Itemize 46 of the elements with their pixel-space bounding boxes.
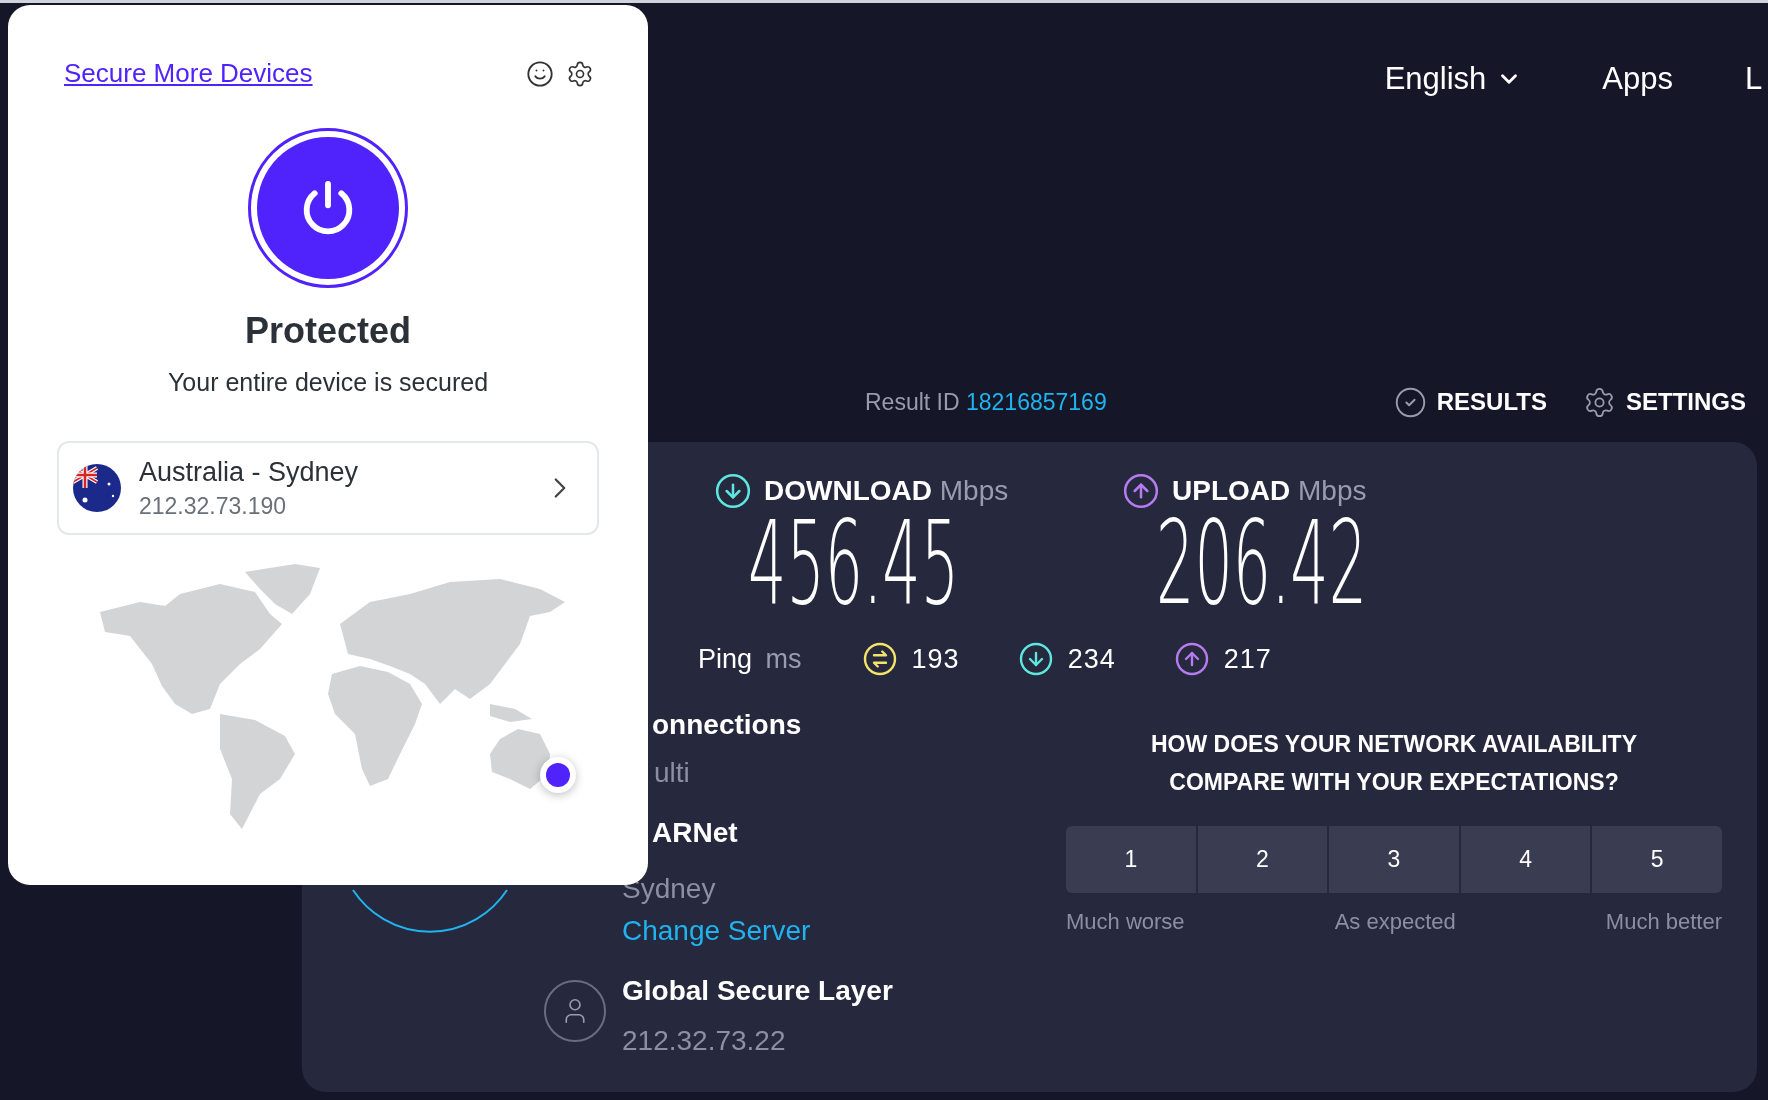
scale-label: As expected [1334,908,1456,936]
upload-icon [1173,641,1210,677]
rating-option[interactable]: 5 [1592,826,1722,893]
status-subtitle: Your entire device is secured [167,367,489,398]
server-name: ARNet [652,816,739,850]
download-icon [1017,641,1054,677]
ping-value: 217 [1223,642,1272,676]
result-id: Result ID 18216857169 [865,387,1107,417]
settings-icon[interactable] [566,59,594,88]
provider-ip: 212.32.73.22 [622,1024,787,1058]
speed-value: 456.45 [748,514,960,612]
secure-devices-link[interactable]: Secure More Devices [64,54,313,93]
ping-icon [861,641,898,677]
feedback-icon[interactable] [526,59,554,88]
location-ip: 212.32.73.190 [139,491,288,521]
scale-label: Much better [1605,908,1722,936]
change-server-link[interactable]: Change Server [622,909,1066,953]
rating-option[interactable]: 1 [1066,826,1196,893]
speed-label: UPLOAD Mbps [1172,474,1367,508]
location-name: Australia - Sydney [139,455,360,489]
survey-question: HOW DOES YOUR NETWORK AVAILABILITY COMPARE WITH YOUR EXPECTATIONS? [1150,730,1638,797]
rating-option[interactable]: 3 [1329,826,1459,893]
ping-value: 193 [911,642,960,676]
flag-icon [73,463,121,512]
rating-option[interactable]: 2 [1197,826,1328,893]
download-icon [714,472,752,510]
results-button[interactable]: RESULTS [1393,384,1547,420]
provider-name: Global Secure Layer [622,974,894,1008]
user-avatar-icon [544,980,606,1042]
nav-link[interactable]: Apps [1602,55,1673,103]
ping-label: Ping ms [698,642,802,676]
connections-title: onnections [652,708,803,742]
nav-link[interactable]: L [1745,55,1768,103]
rating-option[interactable]: 4 [1460,826,1591,893]
settings-icon [1583,385,1616,419]
nav-link[interactable]: English [1384,55,1523,103]
location-selector[interactable]: Australia - Sydney 212.32.73.190 [57,440,599,535]
upload-icon [1122,472,1160,510]
connections-value: ulti [654,756,691,790]
ping-value: 234 [1067,642,1116,676]
speed-value: 206.42 [1156,514,1368,612]
check-circle-icon [1393,385,1427,419]
scale-label: Much worse [1066,908,1185,936]
status-title: Protected [244,309,411,353]
speed-label: DOWNLOAD Mbps [764,474,1009,508]
settings-button[interactable]: SETTINGS [1583,384,1746,420]
